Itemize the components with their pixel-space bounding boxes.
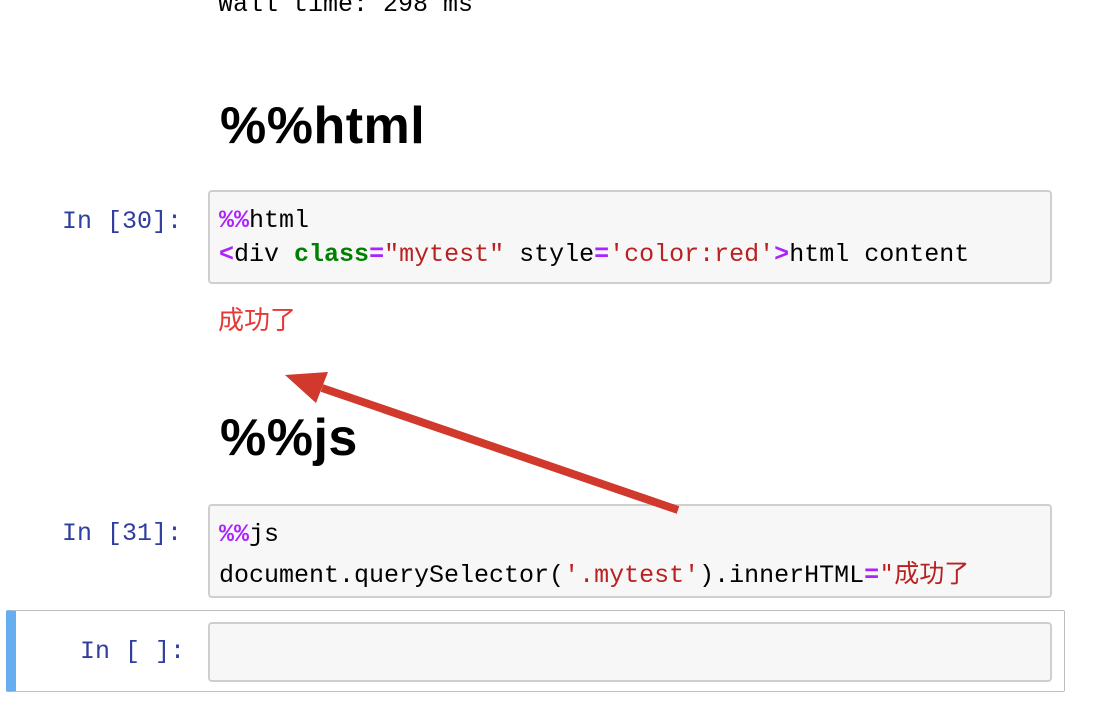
- assigned-string: "成功了: [879, 559, 970, 588]
- magic-prefix: %%: [219, 206, 250, 235]
- equals-sign: =: [369, 240, 385, 269]
- cell-prompt-empty: In [ ]:: [80, 637, 186, 666]
- js-property: ).innerHTML: [699, 561, 865, 590]
- code-line-1: %%html: [219, 206, 309, 235]
- tag-close-bracket: >: [774, 240, 790, 269]
- attr-class: class: [294, 240, 370, 269]
- previous-cell-output: Wall time: 298 ms: [218, 0, 474, 19]
- cell-prompt-31: In [31]:: [62, 519, 183, 548]
- js-call: document.querySelector(: [219, 561, 565, 590]
- code-line-1: %%js: [219, 520, 279, 549]
- code-line-2: document.querySelector('.mytest').innerH…: [219, 554, 969, 590]
- equals-sign: =: [594, 240, 610, 269]
- selector-string: '.mytest': [564, 561, 700, 590]
- empty-cell-editor[interactable]: [208, 622, 1052, 682]
- magic-name: html: [249, 206, 310, 235]
- code-cell-30-editor[interactable]: %%html <div class="mytest" style='color:…: [208, 190, 1052, 284]
- cell-prompt-30: In [30]:: [62, 207, 183, 236]
- cell-30-output: 成功了: [218, 306, 297, 336]
- tag-open-bracket: <: [219, 240, 235, 269]
- code-line-2: <div class="mytest" style='color:red'>ht…: [219, 240, 969, 269]
- html-content-text: html content: [789, 240, 970, 269]
- attr-style: style: [504, 240, 595, 269]
- magic-name: js: [249, 520, 280, 549]
- class-value: "mytest": [384, 240, 505, 269]
- markdown-heading-html: %%html: [220, 97, 426, 155]
- equals-sign: =: [864, 561, 880, 590]
- markdown-heading-js: %%js: [220, 409, 358, 467]
- arrow-head-icon: [285, 372, 328, 403]
- code-cell-31-editor[interactable]: %%js document.querySelector('.mytest').i…: [208, 504, 1052, 598]
- magic-prefix: %%: [219, 520, 250, 549]
- arrow-shaft: [320, 384, 680, 514]
- style-value: 'color:red': [609, 240, 775, 269]
- tag-name: div: [234, 240, 280, 269]
